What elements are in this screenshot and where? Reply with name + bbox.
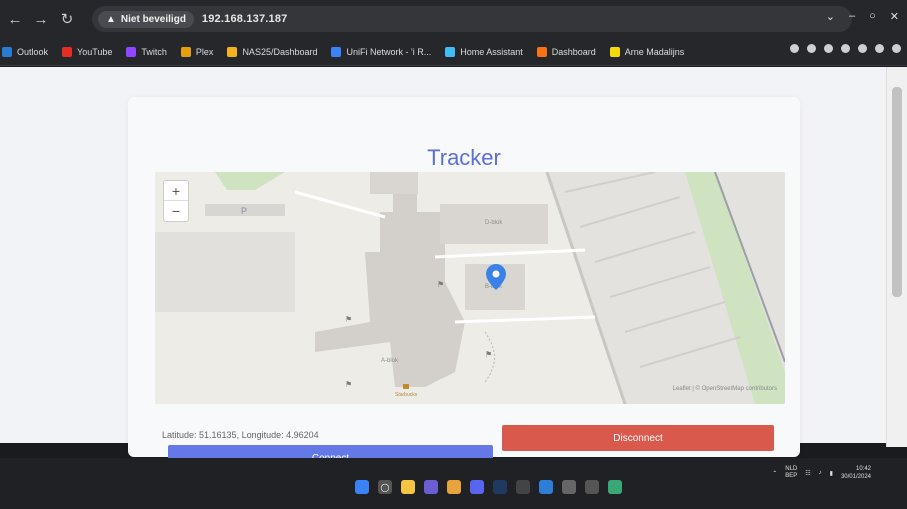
forward-icon[interactable]: → — [30, 8, 52, 30]
bookmark-outlook[interactable]: Outlook — [2, 46, 49, 57]
picnic-icon: ⚑ — [345, 380, 352, 389]
map[interactable]: P D-blok B-blok A-blok Starbucks ⚑ ⚑ ⚑ ⚑ — [155, 172, 785, 404]
disconnect-button[interactable]: Disconnect — [502, 425, 774, 451]
bookmark-dashboard[interactable]: Dashboard — [536, 46, 596, 57]
bookmark-arne[interactable]: Arne Madalijns — [609, 46, 685, 57]
vue-icon[interactable] — [608, 480, 622, 494]
map-attribution[interactable]: Leaflet | © OpenStreetMap contributors — [673, 386, 777, 392]
twitch-icon — [126, 46, 137, 57]
address-bar[interactable]: ▲ Niet beveiligd 192.168.137.187 — [92, 6, 852, 32]
outlook-icon — [2, 46, 12, 57]
extension-icon[interactable] — [824, 44, 833, 53]
map-parking-left — [155, 232, 295, 312]
wifi-icon[interactable]: ☷ — [805, 470, 810, 477]
system-tray: ⌃ NLD BEP ☷ ♪ ▮ 10:42 30/01/2024 — [772, 465, 871, 481]
vscode-icon[interactable] — [539, 480, 553, 494]
security-indicator[interactable]: ▲ Niet beveiligd — [98, 10, 194, 28]
bookmark-plex[interactable]: Plex — [180, 46, 214, 57]
language-line-2: BEP — [785, 473, 798, 479]
picnic-icon: ⚑ — [345, 315, 352, 324]
settings-icon[interactable] — [562, 480, 576, 494]
puzzle-icon[interactable] — [841, 44, 850, 53]
plex-icon — [180, 46, 191, 57]
url-text[interactable]: 192.168.137.187 — [202, 13, 288, 25]
bookmark-label: Home Assistant — [460, 46, 523, 57]
clock-date: 30/01/2024 — [840, 474, 871, 480]
star-icon[interactable] — [807, 44, 816, 53]
home-assistant-icon — [445, 46, 456, 57]
minimize-icon[interactable]: – — [849, 10, 855, 23]
map-parking-label: P — [241, 206, 247, 216]
maximize-icon[interactable]: ○ — [869, 10, 876, 23]
browser-toolbar: ← → ↻ ▲ Niet beveiligd 192.168.137.187 ⌄… — [0, 0, 907, 38]
file-explorer-icon[interactable] — [401, 480, 415, 494]
coordinates-text: Latitude: 51.16135, Longitude: 4.96204 — [162, 430, 319, 440]
discord-icon[interactable] — [470, 480, 484, 494]
cafe-icon — [403, 384, 409, 389]
bookmark-label: NAS25/Dashboard — [242, 46, 318, 57]
bookmark-youtube[interactable]: YouTube — [62, 46, 113, 57]
window-controls: ⌄ – ○ ✕ — [826, 10, 899, 23]
language-indicator[interactable]: NLD BEP — [785, 466, 797, 480]
clock[interactable]: 10:42 30/01/2024 — [841, 465, 871, 481]
clock-time: 10:42 — [855, 466, 871, 472]
language-line-1: NLD — [785, 466, 798, 472]
chevron-up-icon[interactable]: ⌃ — [772, 470, 777, 477]
bookmark-label: Arne Madalijns — [624, 46, 685, 57]
translate-icon[interactable] — [790, 44, 799, 53]
bookmark-label: Plex — [195, 46, 214, 57]
map-label-starbucks: Starbucks — [395, 392, 418, 398]
bookmark-label: Outlook — [17, 46, 49, 57]
warning-icon: ▲ — [106, 13, 116, 25]
bookmarks-bar: Outlook YouTube Twitch Plex NAS25/Dashbo… — [0, 38, 907, 66]
app-icon[interactable] — [516, 480, 530, 494]
bookmark-label: UniFi Network - 'i R... — [346, 46, 432, 57]
bookmark-unifi[interactable]: UniFi Network - 'i R... — [331, 46, 432, 57]
bookmark-twitch[interactable]: Twitch — [126, 46, 167, 57]
picnic-icon: ⚑ — [485, 350, 492, 359]
app-icon[interactable] — [424, 480, 438, 494]
unifi-icon — [331, 46, 342, 57]
menu-icon[interactable] — [892, 44, 901, 53]
security-label: Niet beveiligd — [120, 13, 186, 25]
app-icon[interactable] — [585, 480, 599, 494]
close-icon[interactable]: ✕ — [890, 10, 899, 23]
scrollbar-thumb[interactable] — [892, 87, 902, 297]
screen: ← → ↻ ▲ Niet beveiligd 192.168.137.187 ⌄… — [0, 0, 907, 509]
volume-icon[interactable]: ♪ — [819, 470, 822, 476]
map-canvas[interactable]: P D-blok B-blok A-blok Starbucks ⚑ ⚑ ⚑ ⚑ — [155, 172, 785, 404]
bookmark-home-assistant[interactable]: Home Assistant — [445, 46, 523, 57]
os-taskbar: ◯ ⌃ NLD BEP ☷ ♪ ▮ 10:42 30/01/2024 — [0, 458, 907, 509]
windows-start-icon[interactable] — [355, 480, 369, 494]
profile-icon[interactable] — [875, 44, 884, 53]
map-label-a-blok: A-blok — [381, 358, 399, 364]
bookmark-label: YouTube — [77, 46, 113, 57]
nas-icon — [227, 46, 238, 57]
map-building-top — [370, 172, 418, 194]
picnic-icon: ⚑ — [437, 280, 444, 289]
map-label-d-blok: D-blok — [485, 220, 503, 226]
chrome-icon[interactable] — [447, 480, 461, 494]
bookmark-nas[interactable]: NAS25/Dashboard — [227, 46, 318, 57]
sidebar-icon[interactable] — [858, 44, 867, 53]
zoom-out-button[interactable]: − — [164, 201, 188, 221]
page-scrollbar[interactable] — [886, 67, 907, 447]
back-icon[interactable]: ← — [4, 8, 26, 30]
bookmark-label: Twitch — [141, 46, 167, 57]
youtube-icon — [62, 46, 73, 57]
bookmark-icon — [609, 46, 620, 57]
photoshop-icon[interactable] — [493, 480, 507, 494]
extensions-area — [790, 44, 901, 53]
zoom-in-button[interactable]: + — [164, 181, 188, 201]
dashboard-icon — [536, 46, 547, 57]
zoom-control: + − — [163, 180, 189, 222]
bookmark-label: Dashboard — [551, 46, 596, 57]
search-icon[interactable]: ◯ — [378, 480, 392, 494]
page-title: Tracker — [427, 145, 501, 170]
chevron-down-icon[interactable]: ⌄ — [826, 10, 835, 23]
taskbar-apps: ◯ — [355, 480, 622, 494]
battery-icon[interactable]: ▮ — [830, 470, 833, 477]
reload-icon[interactable]: ↻ — [56, 8, 78, 30]
